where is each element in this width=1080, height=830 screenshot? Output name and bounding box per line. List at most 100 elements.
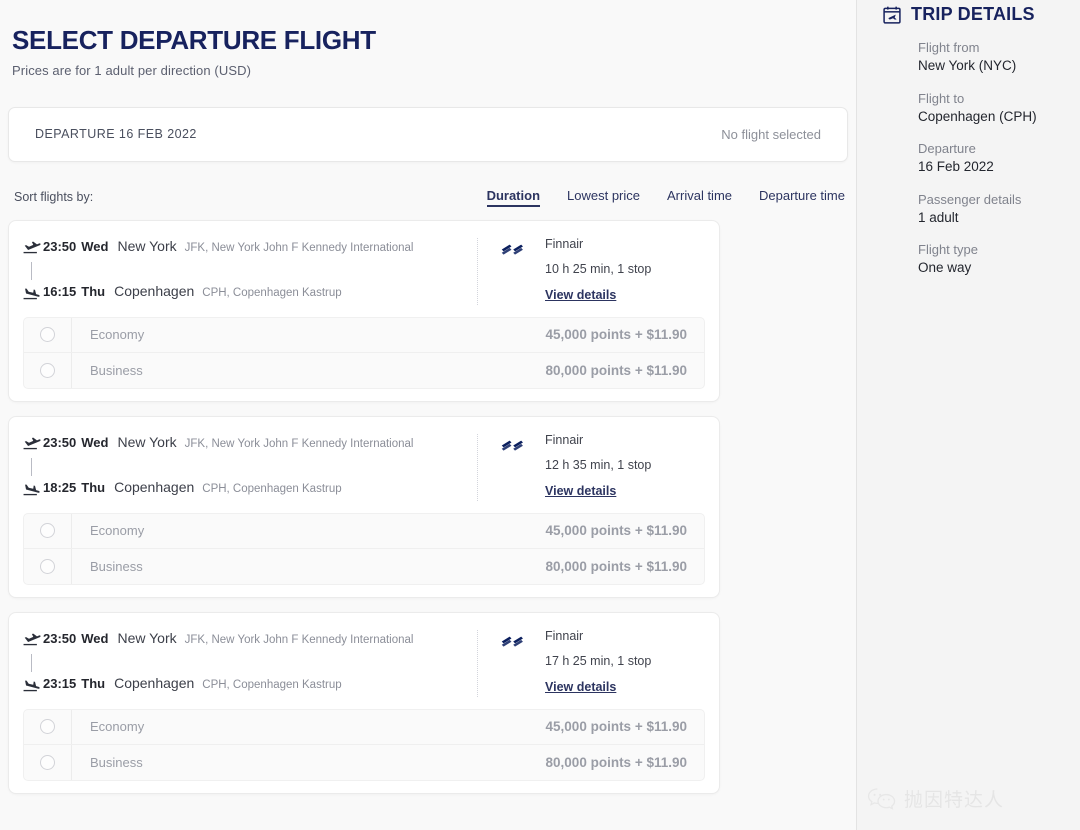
arrival-city: Copenhagen [114,674,195,691]
sort-label: Sort flights by: [14,190,94,205]
radio-dot [40,362,55,378]
arrival-leg: 18:25 Thu Copenhagen CPH, Copenhagen Kastru… [43,479,463,501]
view-details-link[interactable]: View details [545,288,616,302]
departure-city: New York [117,237,177,254]
fare-radio-business[interactable] [24,744,72,780]
takeoff-icon [23,436,41,452]
trip-field-value: New York (NYC) [918,58,1017,73]
leg-connector [31,261,32,280]
view-details-link[interactable]: View details [545,680,616,694]
arrival-day: Thu [81,675,106,691]
fare-radio-economy[interactable] [24,317,72,352]
carrier-info: Finnair 12 h 35 min, 1 stop View details [545,432,652,501]
flight-duration: 12 h 35 min, 1 stop [545,457,652,472]
trip-details-fields: Flight from New York (NYC) Flight to Copenh… [857,28,1080,275]
sort-option-duration[interactable]: Duration [486,188,541,207]
fare-row[interactable]: Economy 45,000 points + $11.90 [24,513,704,549]
departure-leg: 23:50 Wed New York JFK, New York John F Ken… [43,434,463,456]
fare-price: 80,000 points + $11.90 [545,754,687,770]
page-header: SELECT DEPARTURE FLIGHT Prices are for 1… [8,0,848,78]
finnair-logo-icon [500,436,530,454]
fare-radio-economy[interactable] [24,709,72,744]
carrier-info: Finnair 17 h 25 min, 1 stop View details [545,628,651,697]
fare-class-label: Economy [90,523,145,539]
flight-search-page: SELECT DEPARTURE FLIGHT Prices are for 1… [0,0,1080,830]
sidebar-title: TRIP DETAILS [911,4,1035,24]
fare-options: Economy 45,000 points + $11.90 Business 80,… [23,708,705,781]
departure-time: 23:50 [43,630,77,646]
departure-day: Wed [81,630,109,646]
trip-field-label: Flight to [918,90,965,106]
calendar-plane-icon [882,5,902,25]
departure-time: 23:50 [43,434,77,450]
departure-city: New York [117,433,177,450]
radio-dot [40,754,55,770]
arrival-airport: CPH, Copenhagen Kastrup [202,678,342,691]
arrival-city: Copenhagen [114,478,195,495]
itinerary: 23:50 Wed New York JFK, New York John F Ken… [23,630,463,697]
carrier-block: Finnair 17 h 25 min, 1 stop View details [477,628,705,697]
flight-card[interactable]: 23:50 Wed New York JFK, New York John F Ken… [8,219,720,402]
fare-row[interactable]: Business 80,000 points + $11.90 [24,352,704,388]
flight-card[interactable]: 23:50 Wed New York JFK, New York John F Ken… [8,611,720,794]
fare-row[interactable]: Economy 45,000 points + $11.90 [24,317,704,353]
departure-airport: JFK, New York John F Kennedy Internation… [184,633,414,646]
arrival-leg: 23:15 Thu Copenhagen CPH, Copenhagen Kastru… [43,675,463,697]
fare-class-label: Economy [90,327,145,343]
selected-flight-status: No flight selected [721,126,821,142]
main-content: SELECT DEPARTURE FLIGHT Prices are for 1… [0,0,857,830]
sort-options: Duration Lowest price Arrival time Departur… [486,188,848,207]
fare-row[interactable]: Business 80,000 points + $11.90 [24,744,704,780]
fare-radio-business[interactable] [24,548,72,584]
fare-price: 80,000 points + $11.90 [545,558,687,574]
landing-icon [23,482,41,498]
flight-summary: 23:50 Wed New York JFK, New York John F Ken… [23,234,705,317]
itinerary: 23:50 Wed New York JFK, New York John F Ken… [23,434,463,501]
flight-summary: 23:50 Wed New York JFK, New York John F Ken… [23,626,705,709]
trip-details-sidebar: TRIP DETAILS Flight from New York (NYC) Fl… [857,0,1080,830]
fare-class-label: Economy [90,719,145,735]
trip-field-value: 16 Feb 2022 [918,159,994,174]
page-subtitle: Prices are for 1 adult per direction (US… [12,62,252,78]
landing-icon [23,286,41,302]
radio-dot [40,523,55,539]
fare-radio-business[interactable] [24,352,72,388]
arrival-time: 23:15 [43,675,77,691]
sidebar-header: TRIP DETAILS [857,0,1080,28]
trip-field-label: Departure [918,141,976,156]
arrival-leg: 16:15 Thu Copenhagen CPH, Copenhagen Kastru… [43,283,463,305]
departure-day: Wed [81,238,109,254]
sort-option-lowest-price[interactable]: Lowest price [567,188,640,207]
trip-field-label: Flight from [918,40,980,55]
landing-icon [23,678,41,694]
arrival-time: 16:15 [43,283,77,299]
arrival-airport: CPH, Copenhagen Kastrup [202,286,342,299]
fare-options: Economy 45,000 points + $11.90 Business 80,… [23,316,705,389]
carrier-info: Finnair 10 h 25 min, 1 stop View details [545,237,651,305]
carrier-name: Finnair [545,432,584,447]
arrival-airport: CPH, Copenhagen Kastrup [202,482,342,495]
wechat-icon [867,786,897,812]
fare-row[interactable]: Business 80,000 points + $11.90 [24,548,704,584]
arrival-time: 18:25 [43,479,77,495]
sort-option-arrival-time[interactable]: Arrival time [667,188,732,207]
carrier-block: Finnair 12 h 35 min, 1 stop View details [477,432,705,501]
carrier-name: Finnair [545,628,584,643]
takeoff-icon [23,632,41,648]
fare-radio-economy[interactable] [24,513,72,548]
watermark: 抛因特达人 [867,785,1004,812]
view-details-link[interactable]: View details [545,484,616,498]
sort-option-departure-time[interactable]: Departure time [759,188,845,207]
trip-field-value: 1 adult [918,209,959,225]
fare-class-label: Business [90,754,143,770]
trip-field-value: One way [918,260,972,275]
departure-leg: 23:50 Wed New York JFK, New York John F Ken… [43,630,463,652]
fare-row[interactable]: Economy 45,000 points + $11.90 [24,709,704,745]
arrival-day: Thu [81,283,106,299]
departure-summary-bar[interactable]: DEPARTURE 16 FEB 2022 No flight selected [8,106,848,162]
departure-leg: 23:50 Wed New York JFK, New York John F Ken… [43,238,463,260]
watermark-text: 抛因特达人 [904,789,1005,811]
finnair-logo-icon [500,632,530,650]
page-title: SELECT DEPARTURE FLIGHT [12,25,376,55]
flight-card[interactable]: 23:50 Wed New York JFK, New York John F Ken… [8,415,720,598]
